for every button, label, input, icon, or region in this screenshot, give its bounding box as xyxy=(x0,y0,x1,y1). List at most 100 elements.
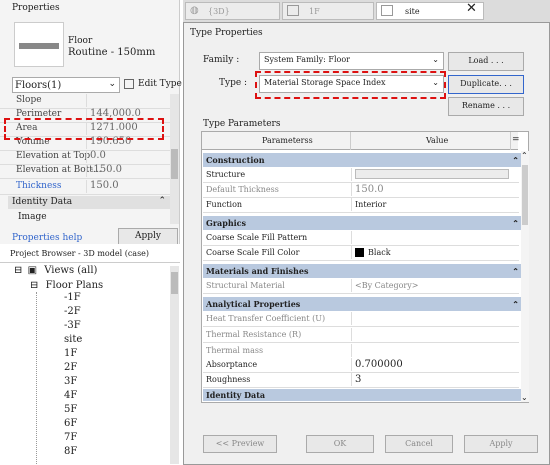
tree-label: Floor Plans xyxy=(45,280,104,291)
group-label: Analytical Properties xyxy=(206,299,301,309)
param-row[interactable]: Coarse Scale Fill Pattern xyxy=(203,231,519,246)
tree-item-plan[interactable]: 8F xyxy=(64,446,77,457)
tree-item-plan[interactable]: -3F xyxy=(64,320,81,331)
properties-title: Properties xyxy=(12,3,60,13)
group-label: Graphics xyxy=(206,218,247,228)
param-row[interactable]: Coarse Scale Fill Color Black xyxy=(203,246,519,261)
group-materials[interactable]: Materials and Finishes ⌃ xyxy=(203,264,522,278)
cancel-button[interactable]: Cancel xyxy=(385,435,453,453)
load-button[interactable]: Load . . . xyxy=(448,52,524,71)
param-row[interactable]: Thermal Resistance (R) xyxy=(203,328,519,343)
color-picker[interactable]: Black xyxy=(351,246,515,259)
group-graphics[interactable]: Graphics ⌃ xyxy=(203,216,522,230)
property-value xyxy=(86,94,170,107)
param-row[interactable]: Structural Material <By Category> xyxy=(203,279,519,294)
project-browser: Project Browser - 3D model (case) ⊟ ▣ Vi… xyxy=(0,244,180,465)
family-label: Family : xyxy=(203,55,240,65)
tree-item-plan[interactable]: 5F xyxy=(64,404,77,415)
duplicate-button[interactable]: Duplicate. . . xyxy=(448,75,524,94)
property-value: 150.0 xyxy=(86,180,170,193)
collapse-icon: ⌃ xyxy=(512,218,519,228)
scrollbar-thumb[interactable] xyxy=(522,165,528,225)
tree-node-views[interactable]: ⊟ ▣ Views (all) xyxy=(14,265,97,276)
scroll-up-icon[interactable]: ⌃ xyxy=(521,151,528,160)
property-label: Elevation at Top xyxy=(16,151,91,161)
group-identity[interactable]: Identity Data xyxy=(203,389,522,401)
tree-item-plan[interactable]: 4F xyxy=(64,390,77,401)
family-select[interactable]: System Family: Floor ⌄ xyxy=(259,52,444,70)
scrollbar-thumb[interactable] xyxy=(171,149,178,179)
dialog-title: Type Properties xyxy=(190,28,263,38)
scroll-down-icon[interactable]: ⌄ xyxy=(521,393,528,402)
param-value: Black xyxy=(368,248,391,257)
3d-view-icon: ◍ xyxy=(190,5,199,16)
property-value: 0.0 xyxy=(86,150,170,163)
tree-node-floor-plans[interactable]: ⊟ Floor Plans xyxy=(30,280,103,291)
properties-help-link[interactable]: Properties help xyxy=(12,233,82,243)
column-header-value: Value xyxy=(426,136,449,145)
tree-item-plan[interactable]: site xyxy=(64,334,82,345)
edit-type-button[interactable]: Edit Type xyxy=(124,77,182,93)
tree-item-plan[interactable]: -2F xyxy=(64,306,81,317)
param-row[interactable]: Structure xyxy=(203,168,519,183)
param-row[interactable]: Roughness 3 xyxy=(203,373,519,388)
color-swatch xyxy=(355,248,364,257)
tree-item-plan[interactable]: -1F xyxy=(64,292,81,303)
collapse-icon: ⌃ xyxy=(512,299,519,309)
collapse-icon: ⌃ xyxy=(512,155,519,165)
identity-group-header[interactable]: Identity Data ⌃ xyxy=(8,196,170,209)
group-construction[interactable]: Construction ⌃ xyxy=(203,153,522,167)
collapse-icon: ⌃ xyxy=(512,266,519,276)
tab-label: {3D} xyxy=(208,7,230,16)
group-analytical[interactable]: Analytical Properties ⌃ xyxy=(203,297,522,311)
param-row[interactable]: Thermal mass xyxy=(203,344,519,359)
property-row[interactable]: Elevation at Bott... -150.0 xyxy=(0,164,170,179)
type-subname: Routine - 150mm xyxy=(68,47,156,58)
param-label: Default Thickness xyxy=(206,185,279,194)
tab-3d[interactable]: ◍ {3D} xyxy=(185,2,280,20)
param-row[interactable]: Function Interior xyxy=(203,198,519,213)
view-tabs-bar: ◍ {3D} 1F site ✕ xyxy=(183,0,550,22)
property-row[interactable]: Thickness 150.0 xyxy=(0,180,170,195)
tree-item-plan[interactable]: 3F xyxy=(64,376,77,387)
browser-scrollbar[interactable] xyxy=(170,266,179,464)
property-row[interactable]: Elevation at Top 0.0 xyxy=(0,150,170,165)
param-row[interactable]: Absorptance 0.700000 xyxy=(203,358,519,373)
ok-button[interactable]: OK xyxy=(306,435,374,453)
scrollbar-thumb[interactable] xyxy=(171,272,178,294)
category-selector[interactable]: Floors(1) ⌄ xyxy=(12,77,120,93)
group-label: Materials and Finishes xyxy=(206,266,309,276)
browser-title: Project Browser - 3D model (case) xyxy=(10,249,150,258)
type-parameters-label: Type Parameters xyxy=(203,119,281,129)
param-row[interactable]: Heat Transfer Coefficient (U) xyxy=(203,312,519,327)
table-scrollbar[interactable]: ⌃ ⌄ xyxy=(521,151,529,402)
param-label: Coarse Scale Fill Color xyxy=(206,248,300,257)
column-header-formula: = xyxy=(512,135,520,145)
tree-item-plan[interactable]: 1F xyxy=(64,348,77,359)
tree-item-plan[interactable]: 6F xyxy=(64,418,77,429)
apply-button[interactable]: Apply xyxy=(118,228,178,245)
group-label: Construction xyxy=(206,155,265,165)
param-label: Coarse Scale Fill Pattern xyxy=(206,233,308,242)
family-value: System Family: Floor xyxy=(264,55,350,64)
param-label: Structural Material xyxy=(206,281,285,290)
tree-item-plan[interactable]: 2F xyxy=(64,362,77,373)
close-icon[interactable]: ✕ xyxy=(466,1,477,16)
edit-structure-button[interactable] xyxy=(351,168,515,181)
param-label: Thermal Resistance (R) xyxy=(206,330,302,339)
edit-type-icon xyxy=(124,79,134,89)
tree-item-plan[interactable]: 7F xyxy=(64,432,77,443)
property-row[interactable]: Slope xyxy=(0,94,170,109)
group-label: Identity Data xyxy=(206,390,266,400)
type-name: Floor xyxy=(68,36,93,46)
properties-scrollbar[interactable] xyxy=(170,94,179,224)
column-header-parameters: Parameterss xyxy=(262,136,313,145)
dialog-apply-button[interactable]: Apply xyxy=(464,435,538,453)
preview-button[interactable]: << Preview xyxy=(203,435,277,453)
param-value: 3 xyxy=(351,373,515,386)
rename-button[interactable]: Rename . . . xyxy=(448,97,524,116)
param-row[interactable]: Default Thickness 150.0 xyxy=(203,183,519,198)
param-label: Heat Transfer Coefficient (U) xyxy=(206,314,326,323)
type-thumbnail xyxy=(14,22,64,67)
tab-1f[interactable]: 1F xyxy=(282,2,374,20)
